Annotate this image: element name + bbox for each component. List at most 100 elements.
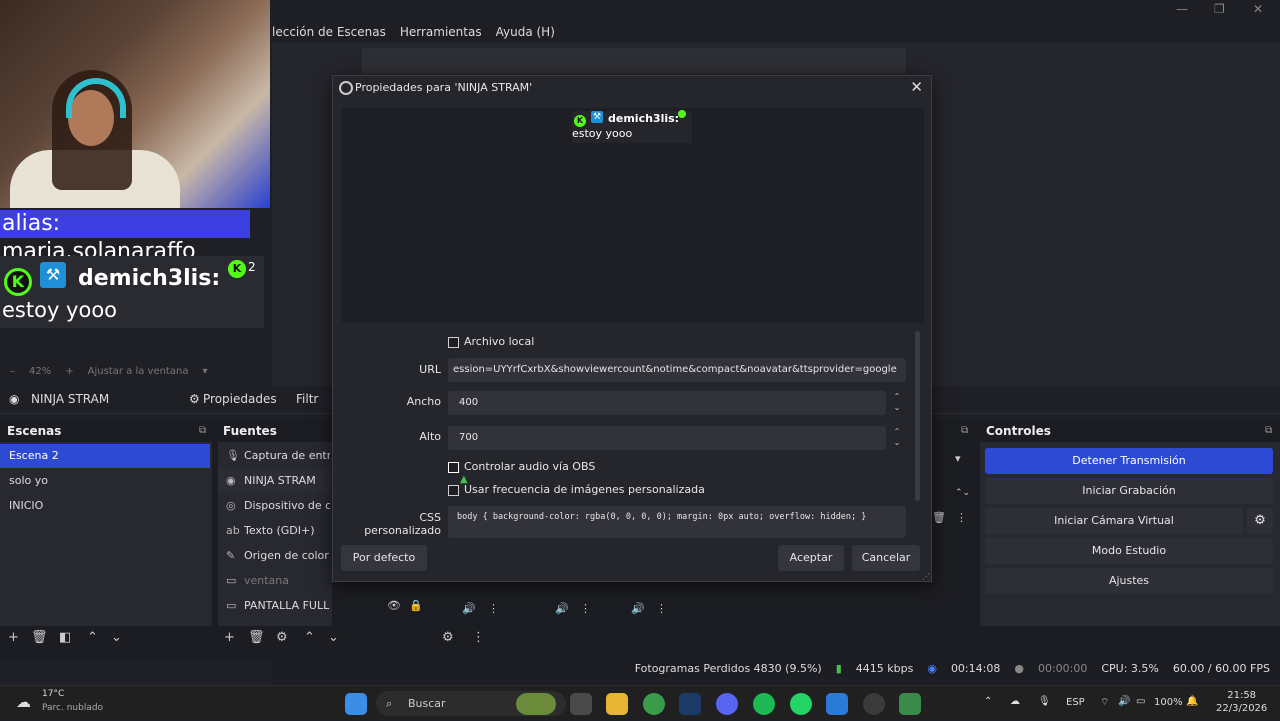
cancel-button[interactable]: Cancelar	[852, 545, 920, 571]
height-label: Alto	[419, 430, 441, 443]
gear-icon[interactable]: ⚙	[1247, 508, 1273, 534]
add-icon[interactable]: +	[8, 630, 19, 645]
custom-fps-checkbox[interactable]	[448, 485, 459, 496]
menu-scene-collection[interactable]: lección de Escenas	[272, 25, 386, 39]
discord-icon[interactable]	[716, 693, 738, 715]
css-textarea[interactable]: body { background-color: rgba(0, 0, 0, 0…	[448, 506, 906, 538]
kebab-menu-icon[interactable]: ⋮	[956, 511, 967, 524]
stop-stream-button[interactable]: Detener Transmisión	[985, 448, 1273, 474]
gear-icon[interactable]: ⚙	[276, 630, 288, 645]
close-window-icon[interactable]: ✕	[1253, 2, 1263, 16]
source-item[interactable]: ab Texto (GDI+)	[218, 519, 330, 543]
app-icon[interactable]	[899, 693, 921, 715]
sources-title: Fuentes	[223, 424, 277, 438]
obs-icon[interactable]	[863, 693, 885, 715]
add-icon[interactable]: +	[224, 630, 235, 645]
properties-button[interactable]: Propiedades	[203, 392, 277, 406]
filter-icon[interactable]: ◧	[59, 630, 71, 645]
height-field[interactable]: 700	[448, 426, 886, 450]
kebab-menu-icon[interactable]: ⋮	[580, 602, 591, 615]
zoom-in-icon[interactable]: +	[65, 366, 73, 377]
studio-mode-button[interactable]: Modo Estudio	[985, 538, 1273, 564]
source-item[interactable]: ◎ Dispositivo de ca	[218, 494, 330, 518]
local-file-checkbox[interactable]	[448, 337, 459, 348]
volume-icon[interactable]: 🔊	[1118, 696, 1130, 707]
chevron-down-icon[interactable]: ▾	[202, 366, 207, 377]
speaker-icon[interactable]: 🔊	[462, 602, 476, 615]
task-view-icon[interactable]	[570, 693, 592, 715]
chevron-up-icon[interactable]: ⌃	[304, 630, 315, 645]
width-spinner-icon[interactable]: ⌃ ⌄	[888, 391, 906, 415]
kick-small-badge-icon	[678, 110, 686, 118]
dropped-frames: Fotogramas Perdidos 4830 (9.5%)	[634, 661, 822, 675]
virtual-camera-button[interactable]: Iniciar Cámara Virtual	[985, 508, 1243, 534]
chevron-down-icon[interactable]: ⌄	[111, 630, 122, 645]
chrome-icon[interactable]	[643, 693, 665, 715]
scene-item[interactable]: INICIO	[0, 494, 210, 518]
url-field[interactable]: ession=UYYrfCxrbX&showviewercount&notime…	[448, 358, 906, 382]
mixer-settings-icon[interactable]: ⚙	[442, 630, 454, 645]
accept-button[interactable]: Aceptar	[778, 545, 844, 571]
battery-icon[interactable]: ▭	[1136, 696, 1145, 707]
resize-grip-icon[interactable]: ⋰	[922, 572, 930, 581]
language-indicator[interactable]: ESP	[1066, 697, 1085, 708]
source-item[interactable]: ◉ NINJA STRAM	[218, 469, 330, 493]
source-item[interactable]: 🎙Captura de entrad	[218, 444, 330, 468]
settings-button[interactable]: Ajustes	[985, 568, 1273, 594]
trash-icon[interactable]: 🗑	[248, 630, 265, 645]
trash-icon[interactable]: 🗑	[932, 511, 946, 524]
dialog-title: Propiedades para 'NINJA STRAM'	[355, 81, 533, 94]
close-icon[interactable]: ✕	[910, 78, 923, 96]
globe-icon: ◉	[226, 474, 236, 487]
folder-icon[interactable]	[606, 693, 628, 715]
whatsapp-icon[interactable]	[790, 693, 812, 715]
badge-count: 2	[248, 260, 256, 274]
kebab-menu-icon[interactable]: ⋮	[472, 630, 485, 645]
steam-icon[interactable]	[679, 693, 701, 715]
palette-icon: ✎	[226, 549, 236, 562]
audio-control-checkbox[interactable]	[448, 462, 459, 473]
undock-icon[interactable]: ⧉	[961, 425, 968, 436]
filters-button[interactable]: Filtr	[296, 392, 318, 406]
eye-icon[interactable]: 👁	[387, 599, 401, 612]
menu-help[interactable]: Ayuda (H)	[496, 25, 555, 39]
height-spinner-icon[interactable]: ⌃ ⌄	[888, 426, 906, 450]
defaults-button[interactable]: Por defecto	[341, 545, 427, 571]
paint-icon[interactable]	[826, 693, 848, 715]
speaker-icon[interactable]: 🔊	[631, 602, 645, 615]
source-item[interactable]: ▭ ventana	[218, 569, 330, 593]
scene-item[interactable]: Escena 2	[0, 444, 210, 468]
scrollbar[interactable]	[915, 331, 920, 501]
zoom-out-icon[interactable]: –	[10, 366, 15, 377]
width-field[interactable]: 400	[448, 391, 886, 415]
clock[interactable]: 21:58 22/3/2026	[1216, 689, 1267, 715]
chevron-down-icon[interactable]: ▾	[955, 452, 961, 465]
cloud-icon[interactable]: ☁	[1010, 696, 1020, 707]
chevron-up-icon[interactable]: ⌃	[984, 696, 992, 707]
maximize-icon[interactable]: ❐	[1214, 2, 1225, 16]
undock-icon[interactable]: ⧉	[1265, 425, 1272, 436]
chevron-down-icon[interactable]: ⌄	[328, 630, 339, 645]
start-recording-button[interactable]: Iniciar Grabación	[985, 478, 1273, 504]
scene-item[interactable]: solo yo	[0, 469, 210, 493]
kebab-menu-icon[interactable]: ⋮	[656, 602, 667, 615]
kebab-menu-icon[interactable]: ⋮	[488, 602, 499, 615]
lock-icon[interactable]: 🔒	[409, 599, 423, 612]
fit-window-label[interactable]: Ajustar a la ventana	[88, 366, 189, 377]
undock-icon[interactable]: ⧉	[199, 425, 206, 436]
globe-icon: ◉	[9, 392, 20, 406]
speaker-icon[interactable]: 🔊	[555, 602, 569, 615]
spotify-icon[interactable]	[753, 693, 775, 715]
selected-source-name: NINJA STRAM	[31, 392, 110, 406]
news-widget-icon[interactable]	[516, 693, 556, 715]
trash-icon[interactable]: 🗑	[31, 630, 48, 645]
source-item[interactable]: ✎ Origen de color	[218, 544, 330, 568]
chevron-up-icon[interactable]: ⌃	[87, 630, 98, 645]
menu-tools[interactable]: Herramientas	[400, 25, 482, 39]
wifi-icon[interactable]: ⌔	[1100, 696, 1109, 709]
windows-start-icon[interactable]	[345, 693, 367, 715]
chevron-updown-icon[interactable]: ⌃⌄	[955, 488, 970, 498]
microphone-icon[interactable]: 🎙	[1038, 696, 1051, 707]
minimize-icon[interactable]: —	[1176, 2, 1188, 16]
bell-icon[interactable]: 🔔	[1186, 696, 1198, 707]
